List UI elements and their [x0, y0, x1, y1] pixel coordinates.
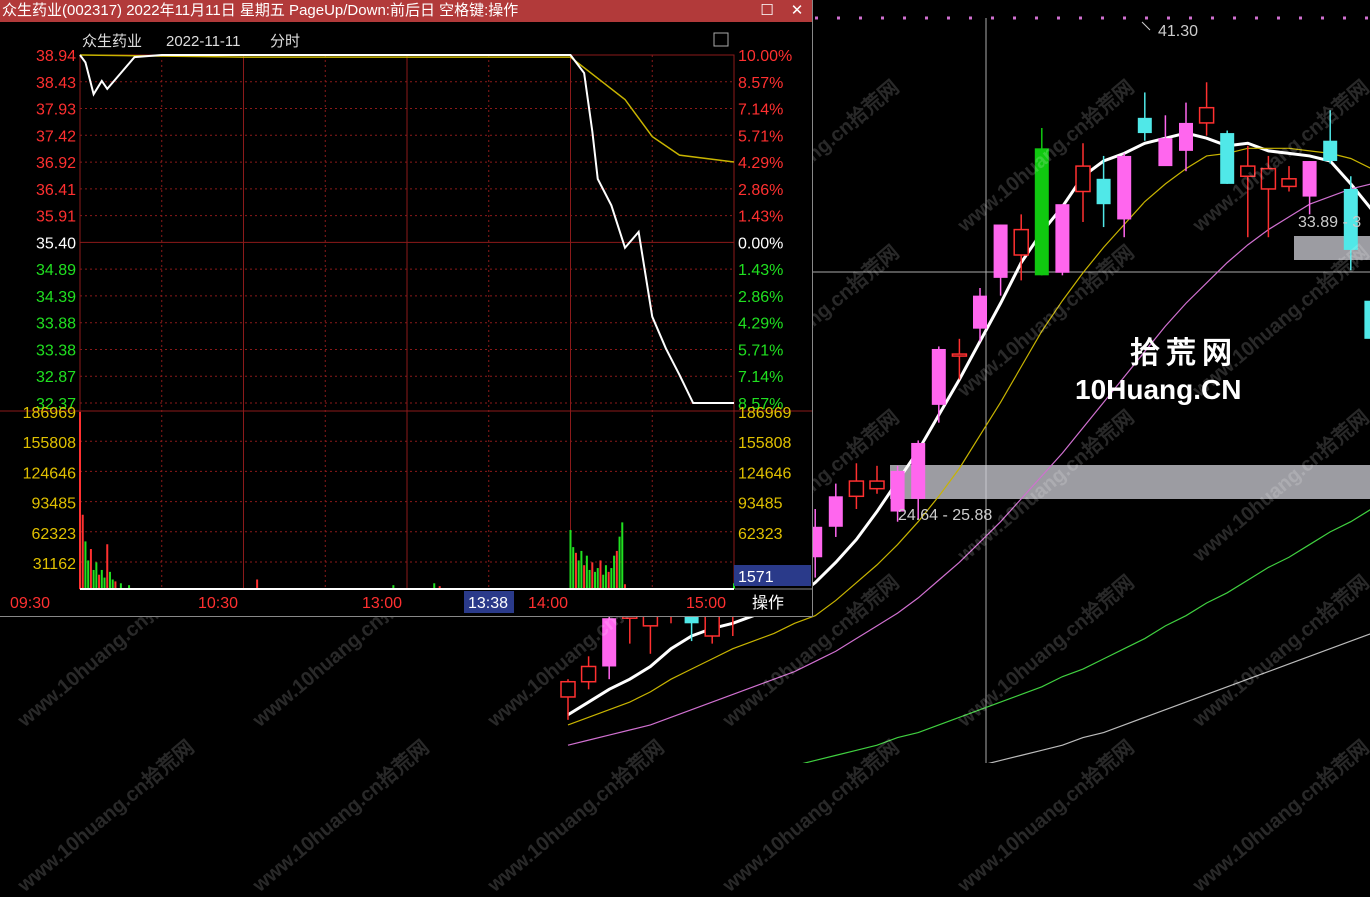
- price-tick-label: 35.91: [36, 209, 76, 226]
- candle-body: [1137, 117, 1152, 134]
- price-tick-label: 32.87: [36, 369, 76, 386]
- candle-body: [1364, 300, 1370, 339]
- candle-body: [1096, 178, 1111, 205]
- candle-body: [1158, 138, 1173, 167]
- cursor-volume-label: 1571: [738, 569, 774, 586]
- candle-body: [828, 496, 843, 527]
- candle-body: [993, 224, 1008, 278]
- popup-titlebar[interactable]: 众生药业(002317) 2022年11月11日 星期五 PageUp/Down…: [0, 0, 812, 22]
- candle-body: [1302, 161, 1317, 197]
- high-price-label: 41.30: [1158, 23, 1198, 40]
- candle-body: [1260, 167, 1277, 190]
- intraday-popup-window[interactable]: 众生药业(002317) 2022年11月11日 星期五 PageUp/Down…: [0, 0, 813, 617]
- ma-line-ma120: [987, 633, 1370, 763]
- price-tick-label: 38.94: [36, 48, 76, 65]
- price-tick-label: 34.39: [36, 289, 76, 306]
- volume-tick-label-right: 93485: [738, 496, 783, 513]
- pct-tick-label: 10.00%: [738, 48, 792, 65]
- candle-body: [580, 665, 597, 683]
- intraday-header-mode: 分时: [270, 33, 300, 50]
- cursor-time-label: 13:38: [468, 595, 508, 612]
- candle-body: [1117, 155, 1132, 220]
- candle-body: [931, 348, 946, 405]
- high-marker: [1141, 21, 1151, 31]
- pct-tick-label: 1.43%: [738, 262, 783, 279]
- volume-tick-label-right: 155808: [738, 435, 791, 452]
- gap-zone-upper: [1294, 236, 1370, 260]
- intraday-chart[interactable]: 众生药业 2022-11-11 分时 38.94 10.00% 38.43 8.57% 37.…: [0, 22, 812, 616]
- pct-tick-label: 1.43%: [738, 209, 783, 226]
- price-tick-label: 38.43: [36, 75, 76, 92]
- window-title: 众生药业(002317) 2022年11月11日 星期五 PageUp/Down…: [2, 2, 519, 19]
- pct-tick-label: 4.29%: [738, 316, 783, 333]
- price-tick-label: 33.38: [36, 342, 76, 359]
- price-tick-label: 35.40: [36, 235, 76, 252]
- zone-price-label: 24.64 - 25.88: [898, 507, 992, 524]
- price-tick-label: 37.42: [36, 128, 76, 145]
- volume-tick-label: 186969: [23, 405, 76, 422]
- candle-body: [1179, 122, 1193, 151]
- time-tick-label: 14:00: [528, 595, 568, 612]
- candle-body: [951, 353, 968, 357]
- candle-body: [848, 480, 865, 498]
- pct-tick-label: 2.86%: [738, 289, 783, 306]
- candle-body: [1055, 204, 1070, 273]
- pct-tick-label: 0.00%: [738, 235, 783, 252]
- candle-body: [704, 614, 720, 637]
- volume-tick-label-right: 124646: [738, 465, 791, 482]
- candle-body: [1220, 133, 1235, 184]
- volume-tick-label: 93485: [32, 496, 77, 513]
- volume-tick-label-right: 62323: [738, 526, 783, 543]
- maximize-icon[interactable]: ☐: [756, 0, 778, 22]
- gap-zone-lower: [890, 465, 1370, 499]
- pct-tick-label: 5.71%: [738, 128, 783, 145]
- pct-tick-label: 4.29%: [738, 155, 783, 172]
- close-icon[interactable]: ✕: [786, 0, 808, 22]
- time-tick-label: 09:30: [10, 595, 50, 612]
- candle-body: [1075, 165, 1091, 193]
- price-tick-label: 36.92: [36, 155, 76, 172]
- action-button[interactable]: 操作: [752, 594, 784, 612]
- volume-tick-label-right: 186969: [738, 405, 791, 422]
- pct-tick-label: 7.14%: [738, 102, 783, 119]
- pct-tick-label: 8.57%: [738, 75, 783, 92]
- price-tick-label: 36.41: [36, 182, 76, 199]
- volume-tick-label: 31162: [33, 556, 76, 573]
- intraday-header-name: 众生药业: [82, 33, 142, 50]
- intraday-header-date: 2022-11-11: [166, 33, 241, 50]
- time-tick-label: 10:30: [198, 595, 238, 612]
- candle-body: [602, 618, 617, 667]
- candle-body: [1198, 106, 1215, 124]
- candle-body: [911, 442, 926, 499]
- time-tick-label: 15:00: [686, 595, 726, 612]
- candle-body: [1323, 140, 1338, 162]
- pct-tick-label: 5.71%: [738, 342, 783, 359]
- candle-body: [1034, 148, 1049, 276]
- zone-price-label-right: 33.89 - 3: [1298, 214, 1361, 231]
- pct-tick-label: 2.86%: [738, 182, 783, 199]
- candle-body: [1240, 165, 1256, 178]
- candle-body: [973, 295, 987, 329]
- price-tick-label: 34.89: [36, 262, 76, 279]
- price-tick-label: 37.93: [36, 102, 76, 119]
- pct-tick-label: 7.14%: [738, 369, 783, 386]
- candle-body: [890, 470, 905, 512]
- time-tick-label: 13:00: [362, 595, 402, 612]
- volume-tick-label: 155808: [23, 435, 76, 452]
- layout-toggle-icon: [713, 32, 729, 47]
- candle-body: [1013, 228, 1029, 256]
- candle-body: [869, 480, 885, 490]
- candle-body: [1281, 178, 1297, 188]
- price-tick-label: 33.88: [36, 316, 76, 333]
- volume-tick-label: 62323: [32, 526, 77, 543]
- volume-tick-label: 124646: [23, 465, 76, 482]
- candle-body: [560, 680, 576, 698]
